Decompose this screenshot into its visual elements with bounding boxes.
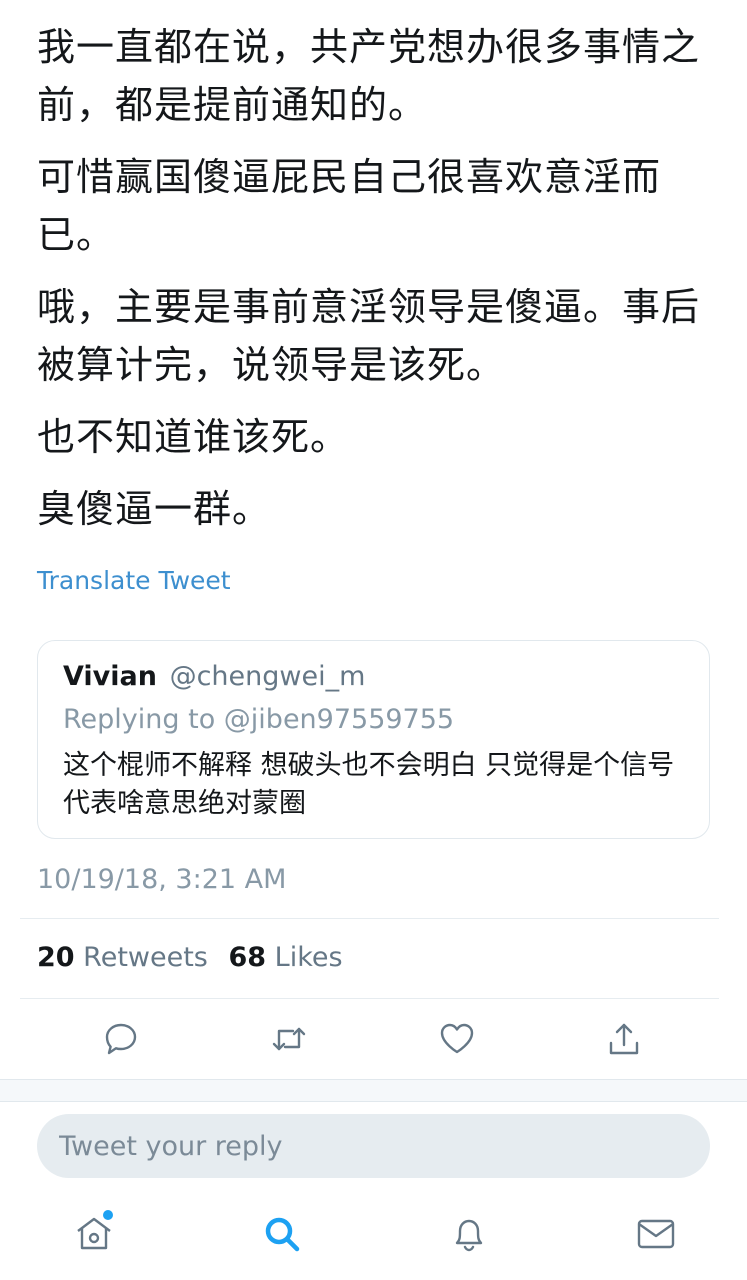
tweet-paragraph: 也不知道谁该死。 bbox=[37, 415, 350, 459]
quoted-tweet-card[interactable]: Vivian @chengwei_m Replying to @jiben975… bbox=[37, 640, 710, 839]
quoted-tweet-header: Vivian @chengwei_m bbox=[63, 661, 365, 692]
reply-input[interactable] bbox=[59, 1114, 710, 1178]
retweets-label[interactable]: Retweets bbox=[83, 942, 208, 973]
bottom-tab-bar bbox=[0, 1200, 747, 1280]
replying-to-label: Replying to @jiben97559755 bbox=[63, 704, 455, 735]
tweet-actions bbox=[0, 1015, 747, 1065]
tweet-paragraph: 哦，主要是事前意淫领导是傻逼。事后被算计完，说领导是该死。 bbox=[37, 285, 701, 387]
tweet-stats: 20 Retweets 68 Likes bbox=[37, 942, 355, 973]
quoted-author-handle: @chengwei_m bbox=[169, 661, 366, 692]
home-badge-dot bbox=[103, 1210, 113, 1220]
retweets-count[interactable]: 20 bbox=[37, 942, 75, 973]
translate-tweet-link[interactable]: Translate Tweet bbox=[37, 566, 231, 595]
divider bbox=[20, 998, 719, 999]
likes-count[interactable]: 68 bbox=[228, 942, 266, 973]
reply-box[interactable] bbox=[37, 1114, 710, 1178]
retweet-icon[interactable] bbox=[269, 1019, 309, 1059]
tweet-paragraph: 臭傻逼一群。 bbox=[37, 487, 272, 531]
reply-icon[interactable] bbox=[101, 1019, 141, 1059]
likes-label[interactable]: Likes bbox=[275, 942, 343, 973]
search-icon[interactable] bbox=[260, 1212, 304, 1256]
tweet-paragraph: 我一直都在说，共产党想办很多事情之前，都是提前通知的。 bbox=[37, 25, 701, 127]
share-icon[interactable] bbox=[604, 1019, 644, 1059]
quoted-author-name: Vivian bbox=[63, 661, 157, 692]
tweet-text: 我一直都在说，共产党想办很多事情之前，都是提前通知的。 可惜赢国傻逼屁民自己很喜… bbox=[37, 18, 717, 552]
tweet-timestamp: 10/19/18, 3:21 AM bbox=[37, 864, 287, 895]
divider bbox=[20, 918, 719, 919]
section-separator bbox=[0, 1080, 747, 1102]
notifications-icon[interactable] bbox=[447, 1212, 491, 1256]
messages-icon[interactable] bbox=[634, 1212, 678, 1256]
like-icon[interactable] bbox=[437, 1019, 477, 1059]
divider bbox=[0, 1101, 747, 1102]
tweet-paragraph: 可惜赢国傻逼屁民自己很喜欢意淫而已。 bbox=[37, 155, 662, 257]
quoted-tweet-text: 这个棍师不解释 想破头也不会明白 只觉得是个信号 代表啥意思绝对蒙圈 bbox=[63, 750, 675, 819]
